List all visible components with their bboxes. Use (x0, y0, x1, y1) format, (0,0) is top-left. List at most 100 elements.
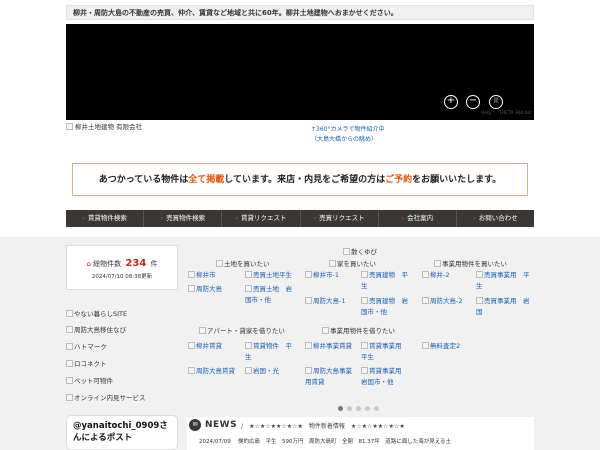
nav-contact[interactable]: › お問い合わせ (457, 210, 534, 227)
nav-sale-request[interactable]: › 売買リクエスト (301, 210, 379, 227)
camera-caption: ↑360°カメラで物件紹介中 （大島大橋からの眺め） (311, 125, 384, 145)
link-label: 周防大島-1 (313, 297, 346, 305)
category-label: 土地を買いたい (224, 260, 270, 268)
broken-image-icon (66, 359, 73, 367)
link-label: 売買建物 平生 (361, 271, 408, 290)
nav-sale-search[interactable]: › 売買物件検索 (144, 210, 223, 227)
news-date: 2024/07/09 (199, 439, 231, 445)
category-biz-rent[interactable]: 事業用物件を借りたい (322, 325, 395, 335)
apt-link-hirao[interactable]: 賃貸物件 平生 (245, 341, 297, 363)
banner-highlight-1: 全て掲載 (188, 175, 225, 185)
link-label: 売買建物 岩国市・他 (361, 297, 408, 316)
link-label: 柳井賃貸 (196, 342, 222, 350)
apt-link-oshima[interactable]: 周防大島賃貸 (188, 366, 235, 377)
chevron-right-icon: › (235, 214, 238, 222)
broken-image-icon (66, 309, 73, 317)
broken-image-icon (422, 297, 429, 304)
side-link-label: 周防大島移住なび (74, 326, 126, 334)
company-logo[interactable]: 柳井土地建物 有限会社 (66, 121, 142, 131)
broken-image-icon (66, 393, 73, 401)
company-logo-alt: 柳井土地建物 有限会社 (75, 123, 143, 131)
link-yanai-kurashi[interactable]: やない暮らしSITE (66, 308, 127, 318)
zoom-out-icon[interactable]: − (466, 95, 480, 109)
twitter-embed[interactable]: @yanaitochi_0909さんによるポスト (66, 415, 178, 450)
camera-caption-line2: （大島大橋からの眺め） (311, 136, 378, 143)
bizrent-link-iwakuni[interactable]: 賃貸事業用 岩国市・他 (361, 366, 413, 388)
category-home[interactable]: 散くゆび (343, 246, 377, 256)
category-label: 事業用物件を借りたい (330, 327, 395, 335)
link-loconnect[interactable]: ロコネクト (66, 358, 107, 368)
house-link-iwakuni[interactable]: 売買建物 岩国市・他 (361, 296, 413, 318)
carousel-dot[interactable] (365, 406, 370, 411)
link-label: 柳井事業賃貸 (313, 342, 352, 350)
broken-image-icon (216, 259, 223, 267)
news-section: ✉ NEWS / ★☆★☆★★☆★☆★ 物件新着情報 ★☆★☆★★☆★☆★ 20… (187, 417, 534, 450)
news-item[interactable]: 2024/07/09 倹約広島 平生 590万円 周防大島町 全閉 81.37坪… (187, 437, 534, 445)
nav-rental-request[interactable]: › 賃貸リクエスト (222, 210, 301, 227)
side-link-label: オンライン内見サービス (74, 394, 146, 402)
nav-label: お問い合わせ (478, 214, 518, 222)
free-appraisal-link[interactable]: 無料査定2 (422, 341, 460, 352)
news-text: 倹約広島 平生 590万円 周防大島町 全閉 81.37坪 道路に面した海が見え… (237, 439, 452, 445)
carousel-dot[interactable] (374, 406, 379, 411)
link-label: 周防大島 (196, 285, 222, 293)
news-title: NEWS (205, 420, 238, 430)
biz-link-iwakuni[interactable]: 売買事業用 岩国 (476, 296, 531, 318)
carousel-dot[interactable] (338, 406, 343, 411)
nav-label: 売買物件検索 (166, 214, 206, 222)
panorama-viewer[interactable]: + − ⠿ (66, 24, 534, 120)
carousel-dot[interactable] (347, 406, 352, 411)
land-link-iwakuni[interactable]: 売買土地 岩国市・他 (245, 284, 297, 306)
biz-link-oshima[interactable]: 周防大島-2 (422, 296, 462, 307)
link-label: 柳井市-1 (313, 271, 339, 279)
link-hatomark[interactable]: ハトマーク (66, 341, 107, 351)
land-link-yanai[interactable]: 柳井市 (188, 270, 216, 281)
nav-label: 会社案内 (407, 214, 434, 222)
chevron-right-icon: › (401, 214, 405, 222)
land-link-hirao[interactable]: 売買土地平生 (245, 270, 297, 281)
category-biz-buy[interactable]: 事業用物件を買いたい (434, 258, 507, 268)
site-tagline: 柳井・周防大島の不動産の売買、仲介、賃貸など地域と共に60年。柳井土地建物へおま… (66, 5, 534, 20)
category-apt-rent[interactable]: アパート・貸家を借りたい (199, 325, 285, 335)
broken-image-icon (66, 122, 73, 130)
vr-view-icon[interactable]: ⠿ (489, 95, 503, 109)
broken-image-icon (422, 342, 429, 349)
chevron-right-icon: › (82, 214, 85, 222)
count-number: 234 (125, 258, 147, 269)
viewer-help-link[interactable]: Help (481, 111, 491, 116)
zoom-in-icon[interactable]: + (444, 95, 458, 109)
banner-text-1: あつかっている物件は (98, 175, 189, 185)
land-link-oshima[interactable]: 周防大島 (188, 284, 222, 295)
nav-rental-search[interactable]: › 賃貸物件検索 (66, 210, 145, 227)
biz-link-hirao[interactable]: 売買事業用 平生 (476, 270, 531, 292)
broken-image-icon (305, 297, 312, 304)
bizrent-link-hirao[interactable]: 賃貸事業用 平生 (361, 341, 413, 363)
count-label: 総物件数 (93, 260, 122, 268)
biz-link-yanai[interactable]: 柳井-2 (422, 270, 449, 281)
category-land-buy[interactable]: 土地を買いたい (216, 258, 270, 268)
category-house-buy[interactable]: 家を買いたい (329, 258, 376, 268)
house-link-oshima[interactable]: 周防大島-1 (305, 296, 345, 307)
global-nav: › 賃貸物件検索 › 売買物件検索 › 賃貸リクエスト › 売買リクエスト › 会社案内 … (66, 210, 534, 227)
bizrent-link-oshima[interactable]: 周防大島事業用賃貸 (305, 366, 357, 388)
link-oshima-iju[interactable]: 周防大島移住なび (66, 324, 126, 334)
apt-link-yanai[interactable]: 柳井賃貸 (188, 341, 222, 352)
broken-image-icon (361, 367, 368, 374)
count-updated: 2024/07/10 08:38更新 (91, 274, 153, 280)
broken-image-icon (361, 271, 368, 278)
bizrent-link-yanai[interactable]: 柳井事業賃貸 (305, 341, 352, 352)
link-label: 賃貸物件 平生 (245, 342, 292, 361)
link-pet-ok[interactable]: ペット可物件 (66, 375, 113, 385)
banner-text-2: しています。来店・内見をご希望の方は (224, 175, 386, 185)
link-label: 周防大島-2 (430, 297, 463, 305)
link-online-viewing[interactable]: オンライン内見サービス (66, 392, 146, 402)
broken-image-icon (329, 259, 336, 267)
broken-image-icon (188, 342, 195, 349)
house-link-yanai[interactable]: 柳井市-1 (305, 270, 339, 281)
nav-company[interactable]: › 会社案内 (379, 210, 457, 227)
broken-image-icon (199, 326, 206, 334)
broken-image-icon (66, 342, 73, 350)
house-link-hirao[interactable]: 売買建物 平生 (361, 270, 413, 292)
apt-link-iwakuni[interactable]: 岩国・光 (245, 366, 279, 377)
carousel-dot[interactable] (356, 406, 361, 411)
